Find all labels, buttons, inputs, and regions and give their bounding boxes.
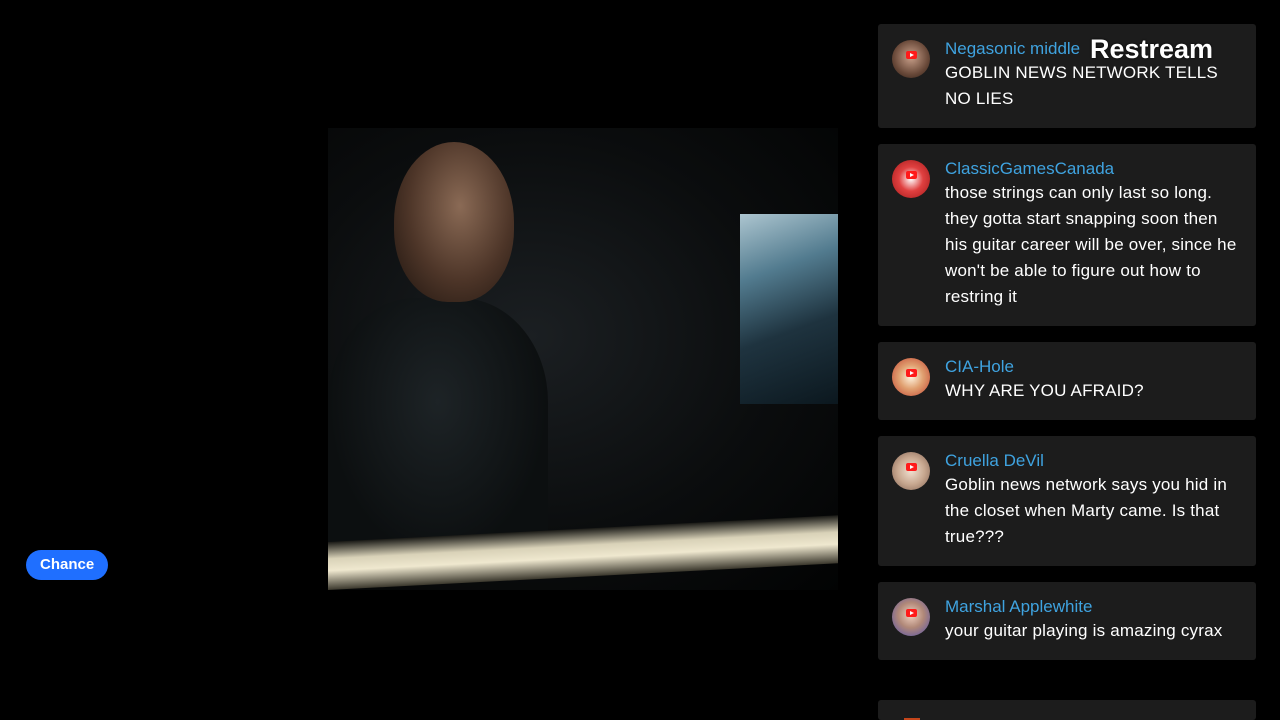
- webcam-video: [328, 128, 838, 590]
- chat-text: those strings can only last so long. the…: [945, 183, 1237, 306]
- chat-text: WHY ARE YOU AFRAID?: [945, 381, 1144, 400]
- chat-author: Cruella DeVil: [945, 451, 1044, 470]
- chat-overlay: Negasonic middle GOBLIN NEWS NETWORK TEL…: [878, 24, 1256, 676]
- avatar: [892, 358, 930, 396]
- avatar: [892, 452, 930, 490]
- avatar: [892, 40, 930, 78]
- youtube-icon: [906, 51, 917, 59]
- youtube-icon: [906, 463, 917, 471]
- youtube-icon: [906, 609, 917, 617]
- chat-text: your guitar playing is amazing cyrax: [945, 621, 1223, 640]
- chat-text: Goblin news network says you hid in the …: [945, 475, 1227, 546]
- chat-message: Marshal Applewhite your guitar playing i…: [878, 582, 1256, 660]
- background-tv-screen: [740, 214, 838, 404]
- avatar: [892, 160, 930, 198]
- chat-message-partial: [878, 700, 1256, 720]
- chat-author: ClassicGamesCanada: [945, 159, 1115, 178]
- avatar: [892, 598, 930, 636]
- chat-text: GOBLIN NEWS NETWORK TELLS NO LIES: [945, 63, 1218, 108]
- chat-author: CIA-Hole: [945, 357, 1014, 376]
- restream-watermark: Restream: [1090, 34, 1214, 64]
- youtube-icon: [906, 369, 917, 377]
- chat-message: CIA-Hole WHY ARE YOU AFRAID?: [878, 342, 1256, 420]
- chat-author: Marshal Applewhite: [945, 597, 1093, 616]
- streamer-torso: [328, 298, 548, 558]
- streamer-head: [394, 142, 514, 302]
- youtube-icon: [906, 171, 917, 179]
- chat-message: Cruella DeVil Goblin news network says y…: [878, 436, 1256, 566]
- chat-message: ClassicGamesCanada those strings can onl…: [878, 144, 1256, 326]
- chance-button[interactable]: Chance: [26, 550, 109, 580]
